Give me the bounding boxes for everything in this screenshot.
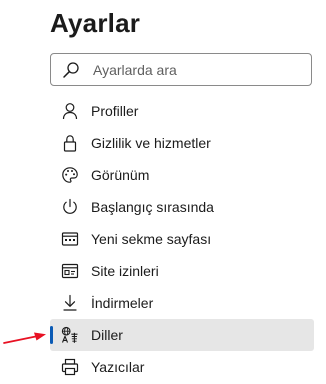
selected-indicator xyxy=(50,326,53,344)
search-icon xyxy=(62,61,80,79)
nav-item-startup[interactable]: Başlangıç sırasında xyxy=(50,191,314,223)
new-tab-page-icon xyxy=(61,230,79,248)
nav-item-appearance[interactable]: Görünüm xyxy=(50,159,314,191)
nav-item-printers[interactable]: Yazıcılar xyxy=(50,351,314,383)
nav-item-label: Başlangıç sırasında xyxy=(91,199,214,215)
palette-icon xyxy=(61,166,79,184)
power-icon xyxy=(61,198,79,216)
nav-item-privacy[interactable]: Gizlilik ve hizmetler xyxy=(50,127,314,159)
nav-item-label: Diller xyxy=(91,327,123,343)
nav-item-label: Yazıcılar xyxy=(91,359,145,375)
printer-icon xyxy=(61,358,79,376)
nav-item-label: İndirmeler xyxy=(91,295,154,311)
search-input[interactable] xyxy=(93,54,303,85)
nav-item-languages[interactable]: Diller xyxy=(50,319,314,351)
nav-item-label: Site izinleri xyxy=(91,263,159,279)
nav-item-label: Yeni sekme sayfası xyxy=(91,231,212,247)
nav-item-downloads[interactable]: İndirmeler xyxy=(50,287,314,319)
person-icon xyxy=(61,102,79,120)
nav-item-site-permissions[interactable]: Site izinleri xyxy=(50,255,314,287)
languages-icon xyxy=(61,326,79,344)
search-box[interactable] xyxy=(50,53,312,86)
nav-item-label: Görünüm xyxy=(91,167,150,183)
annotation-arrow-icon xyxy=(3,332,46,344)
page-title: Ayarlar xyxy=(50,8,141,38)
settings-nav: Profiller Gizlilik ve hizmetler Görünüm xyxy=(50,95,314,383)
download-icon xyxy=(61,294,79,312)
nav-item-profiles[interactable]: Profiller xyxy=(50,95,314,127)
nav-item-label: Profiller xyxy=(91,103,139,119)
lock-icon xyxy=(61,134,79,152)
site-permissions-icon xyxy=(61,262,79,280)
nav-item-new-tab-page[interactable]: Yeni sekme sayfası xyxy=(50,223,314,255)
nav-item-label: Gizlilik ve hizmetler xyxy=(91,135,211,151)
